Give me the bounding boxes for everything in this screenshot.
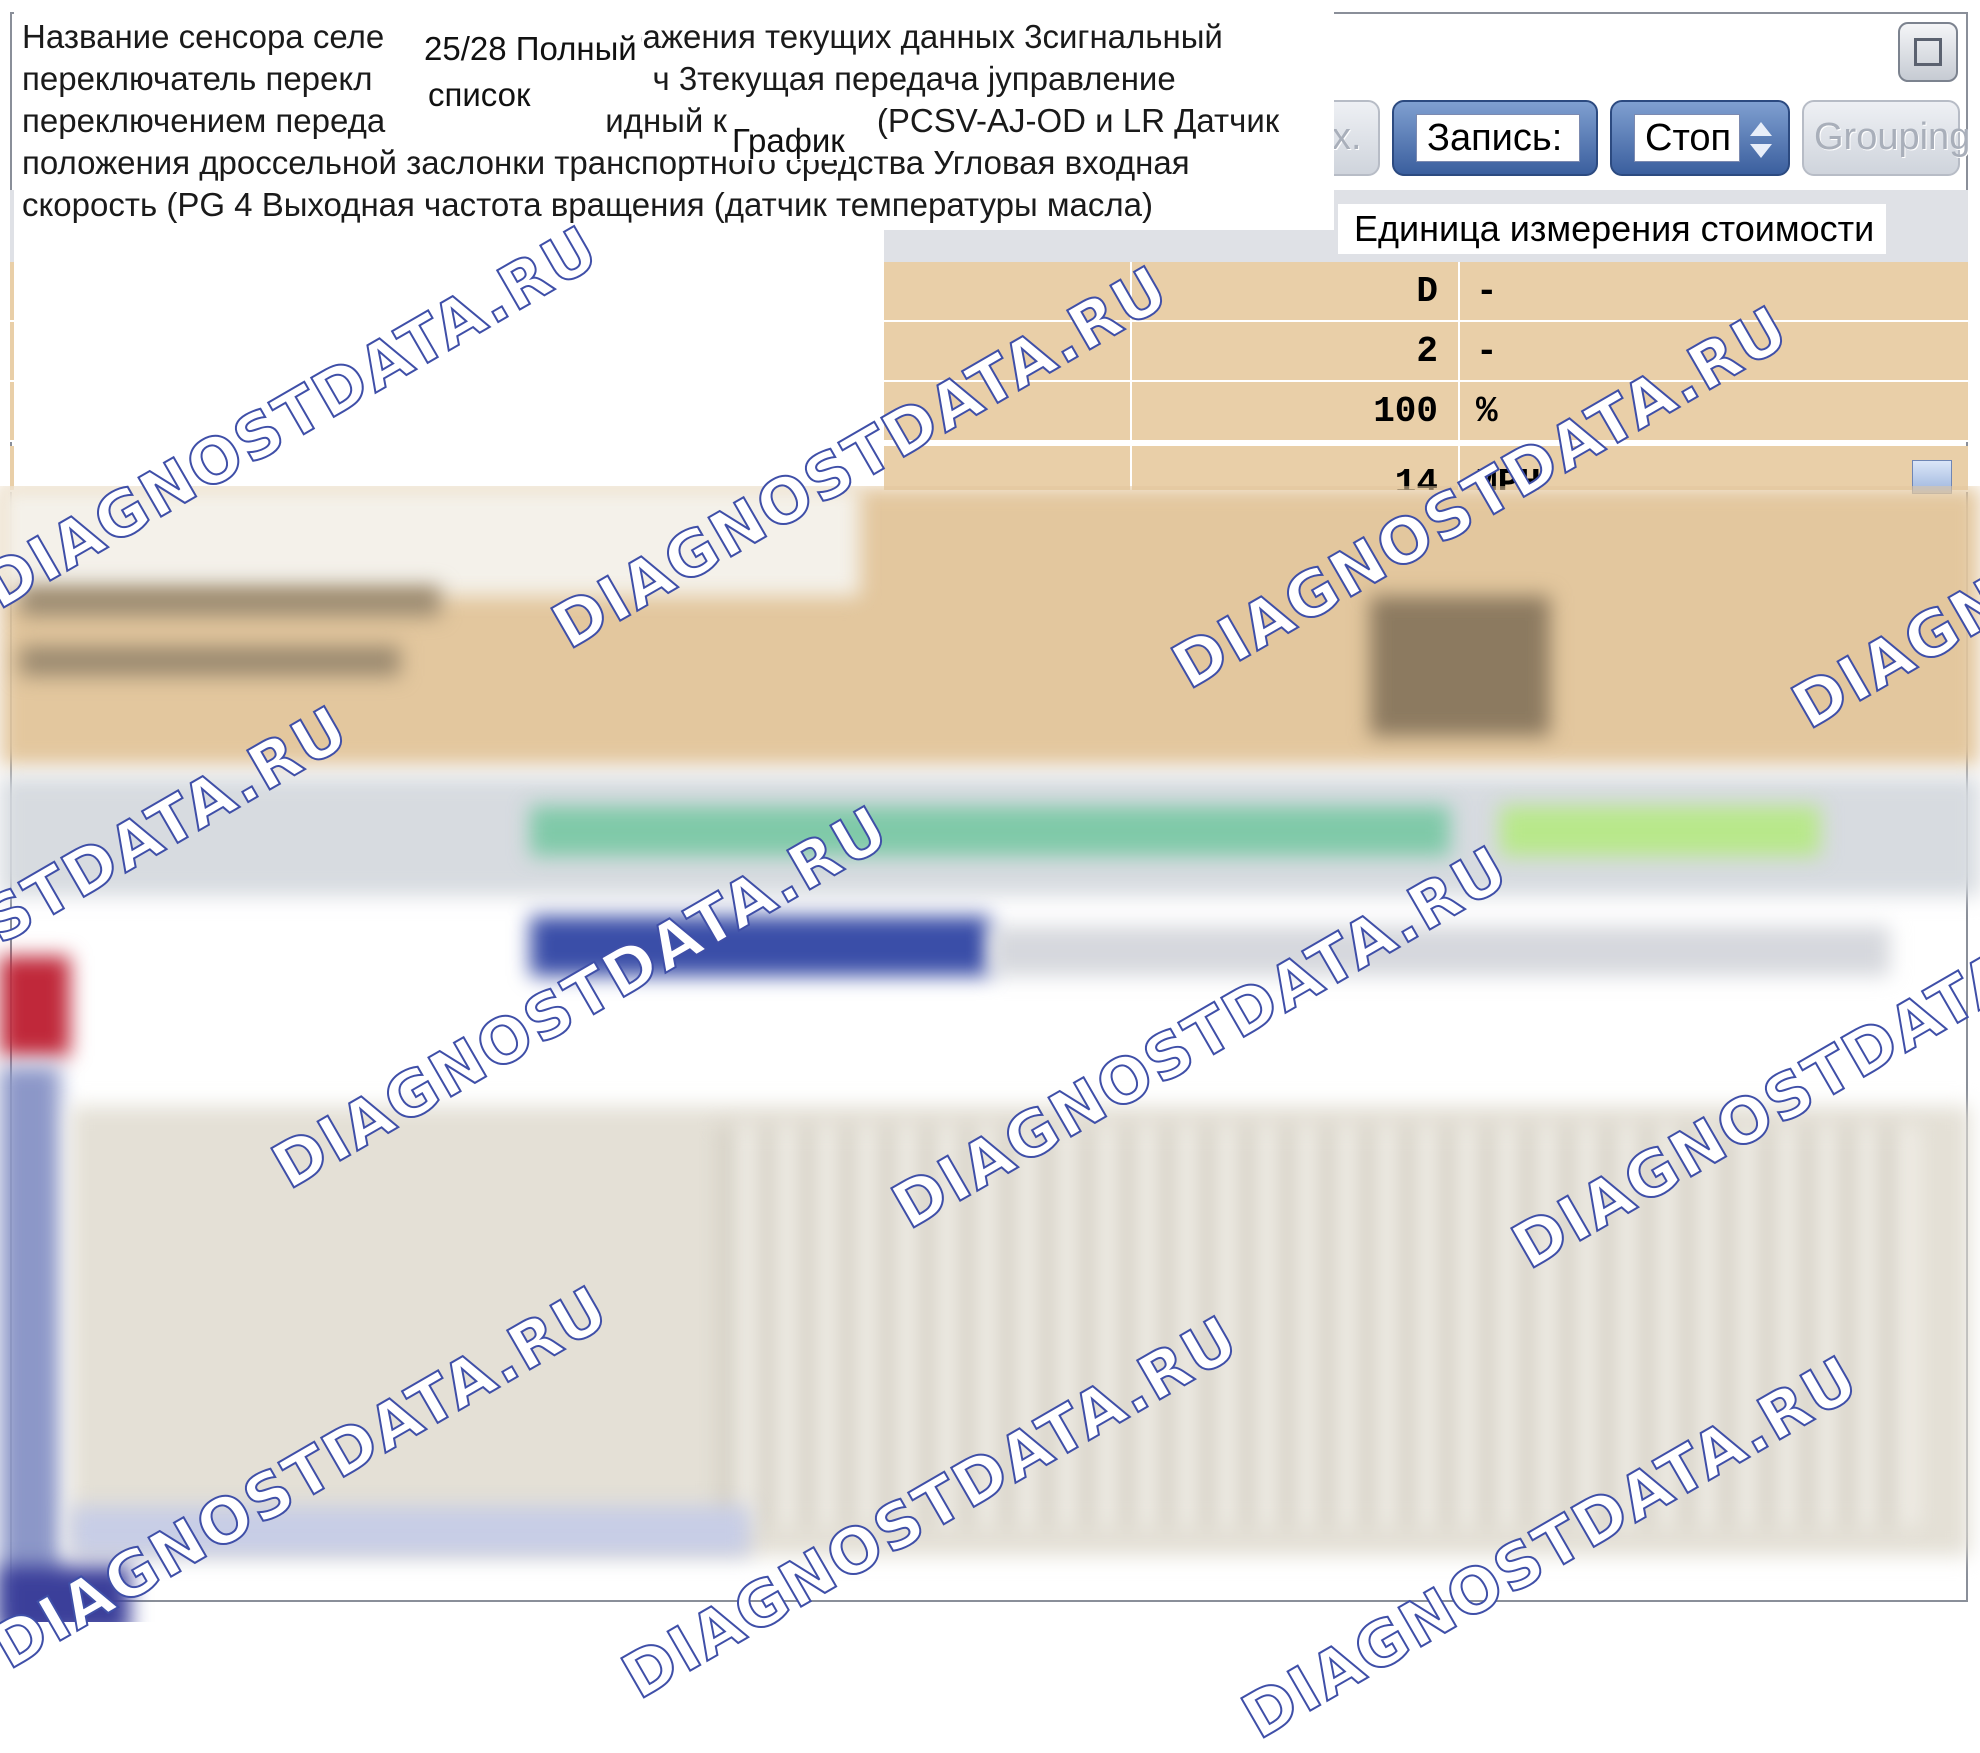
list-label: список [424,76,535,114]
tooltip-line: Название сенсора селе [22,18,385,55]
unit-column-header[interactable]: Единица измерения стоимости [1338,204,1886,254]
grouping-label: Grouping [1814,116,1971,158]
grouping-button[interactable]: Grouping [1802,100,1970,176]
tooltip-line: ч 3текущая передача јуправление [652,60,1176,97]
record-label: Запись: [1416,114,1580,162]
tooltip-line: скорость (PG 4 Выходная частота вращения… [22,186,1154,223]
unit-cell: - [1476,330,1498,372]
stop-label: Стоп [1634,114,1740,162]
tooltip-line: идный к [605,102,727,139]
graph-label[interactable]: График [728,122,849,160]
tooltip-line: ражения текущих данных 3сигнальный [624,18,1223,55]
maximize-icon [1914,38,1942,66]
tooltip-line: переключением переда [22,102,386,139]
record-button[interactable]: Запись: [1392,100,1598,176]
value-cell: 100 [1130,382,1460,440]
partial-button-label: x. [1332,116,1362,158]
tooltip-line: положения дроссельной заслонки транспорт… [22,144,1190,181]
toolbar: x. Запись: Стоп Grouping [1320,100,1970,180]
maximize-button[interactable] [1898,22,1958,82]
unit-cell: - [1476,270,1498,312]
value-cell: 2 [1130,322,1460,380]
stop-select[interactable]: Стоп [1610,100,1790,176]
unit-cell: % [1476,390,1498,432]
tooltip-text: Название сенсора селе ражения текущих дан… [14,12,1334,230]
tooltip-line: переключатель перекл [22,60,373,97]
app-window: x. Запись: Стоп Grouping Единица измерен… [0,0,1980,1753]
count-label: 25/28 Полный [420,30,641,68]
tooltip-line: (PCSV-AJ-OD и LR Датчик [876,102,1280,139]
spinner-arrows-icon[interactable] [1748,118,1774,162]
